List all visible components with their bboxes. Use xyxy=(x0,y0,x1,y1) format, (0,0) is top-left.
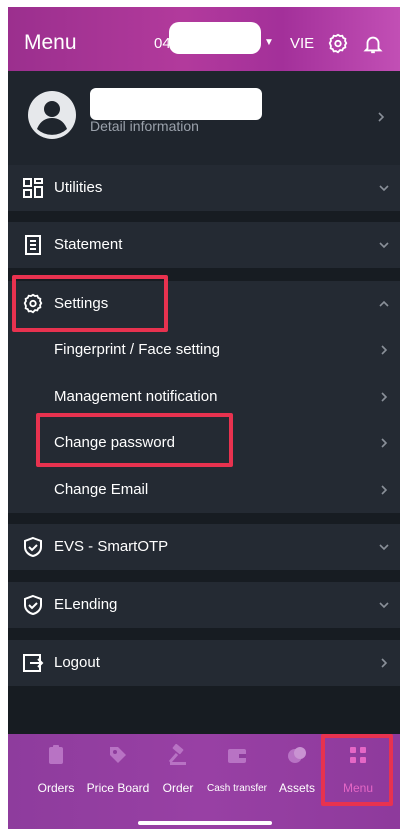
statement-label: Statement xyxy=(54,236,123,253)
shield-check-icon xyxy=(24,536,42,558)
page-title: Menu xyxy=(24,31,77,54)
fingerprint-face-label: Fingerprint / Face setting xyxy=(54,341,220,358)
detail-information-label: Detail information xyxy=(90,118,199,134)
profile-card[interactable]: Detail information xyxy=(8,71,400,166)
chevron-right-icon xyxy=(381,658,388,668)
chevron-right-icon xyxy=(381,438,388,448)
menu-item-statement[interactable]: Statement xyxy=(8,222,400,268)
menu-item-logout[interactable]: Logout xyxy=(8,640,400,686)
gavel-icon xyxy=(168,744,186,765)
tab-price-board-label: Price Board xyxy=(86,781,150,795)
tab-orders[interactable]: Orders xyxy=(30,734,82,829)
account-number-redaction xyxy=(169,22,261,54)
settings-highlight-box xyxy=(12,275,168,332)
chevron-down-icon xyxy=(379,185,389,192)
tab-cash-transfer[interactable]: Cash transfer xyxy=(204,734,270,829)
chevron-right-icon xyxy=(381,345,388,355)
utilities-label: Utilities xyxy=(54,179,103,196)
app-screen: Menu 04 ▼ VIE Detail information Utiliti… xyxy=(8,7,400,829)
tab-assets-label: Assets xyxy=(278,781,315,795)
chevron-right-icon xyxy=(381,485,388,495)
tab-orders-label: Orders xyxy=(37,781,75,795)
submenu-item-fingerprint-face[interactable]: Fingerprint / Face setting xyxy=(8,327,400,373)
wallet-icon xyxy=(228,749,246,763)
logout-icon xyxy=(23,654,44,672)
elending-label: ELending xyxy=(54,596,118,613)
coins-icon xyxy=(288,747,306,763)
evs-smartotp-label: EVS - SmartOTP xyxy=(54,538,169,555)
user-name-redaction xyxy=(90,88,262,120)
tab-assets[interactable]: Assets xyxy=(274,734,320,829)
language-switch[interactable]: VIE xyxy=(290,35,314,52)
management-notification-label: Management notification xyxy=(54,388,218,405)
top-header: Menu 04 ▼ VIE xyxy=(8,7,400,71)
tab-cash-transfer-label: Cash transfer xyxy=(206,783,268,794)
clipboard-icon xyxy=(49,745,63,764)
submenu-item-change-email[interactable]: Change Email xyxy=(8,467,400,513)
chevron-down-icon xyxy=(379,544,389,551)
avatar-icon xyxy=(28,91,76,139)
notification-bell-icon[interactable] xyxy=(362,32,384,56)
logout-label: Logout xyxy=(54,654,100,671)
tab-price-board[interactable]: Price Board xyxy=(86,734,150,829)
chevron-right-icon xyxy=(381,392,388,402)
chevron-down-icon xyxy=(379,242,389,249)
menu-item-utilities[interactable]: Utilities xyxy=(8,165,400,211)
account-dropdown-icon[interactable]: ▼ xyxy=(264,37,274,48)
menu-tab-highlight-box xyxy=(321,734,393,806)
change-email-label: Change Email xyxy=(54,481,149,498)
chevron-down-icon xyxy=(379,602,389,609)
change-password-highlight-box xyxy=(36,413,233,467)
tab-order-label: Order xyxy=(162,781,194,795)
home-indicator[interactable] xyxy=(138,821,272,825)
menu-item-elending[interactable]: ELending xyxy=(8,582,400,628)
document-icon xyxy=(25,235,41,255)
bottom-navigation: Orders Price Board Order Cash transfer A… xyxy=(8,734,400,829)
settings-gear-icon[interactable] xyxy=(327,33,349,55)
chevron-up-icon xyxy=(379,300,389,307)
shield-check-icon xyxy=(24,594,42,616)
grid-icon xyxy=(23,178,43,198)
menu-item-evs-smartotp[interactable]: EVS - SmartOTP xyxy=(8,524,400,570)
tag-icon xyxy=(110,747,126,763)
tab-order[interactable]: Order xyxy=(156,734,200,829)
chevron-right-icon xyxy=(378,112,385,122)
